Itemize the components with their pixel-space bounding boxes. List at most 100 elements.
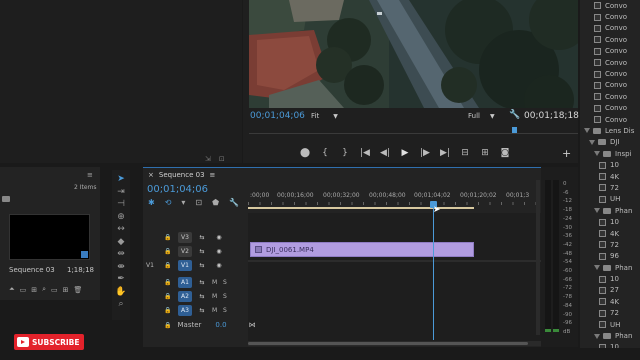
video-clip[interactable]: DJI_0061.MP4 <box>250 242 474 257</box>
bin-icon[interactable] <box>2 196 10 202</box>
sync-lock-icon[interactable]: ⇆ <box>195 246 209 257</box>
effects-item[interactable]: UH <box>580 194 640 205</box>
effects-item[interactable]: 10 <box>580 216 640 227</box>
effects-folder[interactable]: DJI <box>580 137 640 148</box>
mute-button[interactable]: M <box>212 279 220 286</box>
timeline-settings-icon[interactable]: 🔧 <box>229 198 239 207</box>
step-back-icon[interactable]: ◀| <box>377 148 393 158</box>
effects-item[interactable]: Convo <box>580 23 640 34</box>
effects-folder[interactable]: Inspi <box>580 148 640 159</box>
effects-folder[interactable]: Phan <box>580 205 640 216</box>
mark-out-icon[interactable]: } <box>337 148 353 158</box>
insert-edit-icon[interactable]: ⊡ <box>195 198 202 207</box>
effects-item[interactable]: Convo <box>580 34 640 45</box>
marker-icon[interactable]: ⬟ <box>212 198 219 207</box>
program-timecode[interactable]: 00;01;04;06 <box>250 111 305 121</box>
effects-item[interactable]: 4K <box>580 296 640 307</box>
mute-button[interactable]: M <box>212 293 220 300</box>
rate-stretch-tool-icon[interactable]: ↔ <box>114 223 128 235</box>
effects-item[interactable]: 72 <box>580 308 640 319</box>
track-area[interactable] <box>248 213 541 341</box>
subscribe-button[interactable]: SUBSCRIBE <box>14 334 84 350</box>
settings-icon[interactable]: ⊡ <box>219 155 225 163</box>
lock-icon[interactable]: 🔒 <box>161 246 175 257</box>
time-ruler[interactable]: :00;00 00;00;16;00 00;00;32;00 00;00;48;… <box>248 190 541 212</box>
track-name-v2[interactable]: V2 <box>178 245 192 257</box>
scroll-thumb[interactable] <box>248 342 528 345</box>
step-forward-icon[interactable]: |▶ <box>417 148 433 158</box>
sequence-thumbnail[interactable] <box>9 214 90 260</box>
slide-tool-icon[interactable]: ⇼ <box>114 261 128 273</box>
expand-arrow-icon[interactable] <box>594 265 600 271</box>
master-volume[interactable]: 0.0 <box>215 321 226 329</box>
go-to-out-icon[interactable]: ▶| <box>437 148 453 158</box>
effects-folder[interactable]: Phan <box>580 262 640 273</box>
effects-item[interactable]: 27 <box>580 285 640 296</box>
master-end-icon[interactable]: ⋈ <box>249 321 256 329</box>
expand-arrow-icon[interactable] <box>594 151 600 157</box>
effects-folder[interactable]: Lens Dis <box>580 125 640 136</box>
effects-item[interactable]: UH <box>580 319 640 330</box>
add-marker-timeline-icon[interactable]: ▾ <box>181 198 185 207</box>
effects-item[interactable]: 72 <box>580 239 640 250</box>
expand-arrow-icon[interactable] <box>594 333 600 339</box>
go-to-in-icon[interactable]: |◀ <box>357 148 373 158</box>
timeline-horizontal-scrollbar[interactable] <box>248 341 541 346</box>
new-bin-icon[interactable]: ▭ <box>51 286 58 294</box>
extract-icon[interactable]: ⊞ <box>477 148 493 158</box>
effects-item[interactable]: 10 <box>580 159 640 170</box>
effects-folder[interactable]: Phan <box>580 330 640 341</box>
effects-item[interactable]: Convo <box>580 0 640 11</box>
track-name-a3[interactable]: A3 <box>178 304 192 316</box>
effects-item[interactable]: 72 <box>580 182 640 193</box>
expand-arrow-icon[interactable] <box>584 128 590 134</box>
panel-menu-icon[interactable]: ≡ <box>87 171 93 179</box>
list-view-icon[interactable]: ⏶ <box>9 285 15 294</box>
export-frame-icon[interactable]: ⇲ <box>205 155 211 163</box>
lock-icon[interactable]: 🔒 <box>161 232 175 243</box>
add-marker-icon[interactable]: ⬤ <box>297 148 313 158</box>
track-name-a1[interactable]: A1 <box>178 276 192 288</box>
effects-item[interactable]: 4K <box>580 171 640 182</box>
timeline-tab[interactable]: × Sequence 03 ≡ <box>148 171 215 179</box>
program-scrubber[interactable] <box>249 127 578 135</box>
effects-item[interactable]: Convo <box>580 91 640 102</box>
expand-arrow-icon[interactable] <box>589 139 595 145</box>
lift-icon[interactable]: ⊟ <box>457 148 473 158</box>
sequence-name[interactable]: Sequence 03 <box>9 266 55 274</box>
wrench-icon[interactable]: 🔧 <box>509 110 520 120</box>
lock-icon[interactable]: 🔒 <box>164 322 171 329</box>
timeline-vertical-scrollbar[interactable] <box>536 180 540 335</box>
effects-item[interactable]: Convo <box>580 68 640 79</box>
scrubber-playhead[interactable] <box>512 127 517 133</box>
effects-item[interactable]: Convo <box>580 57 640 68</box>
program-monitor-video[interactable] <box>249 0 578 108</box>
effects-item[interactable]: 96 <box>580 251 640 262</box>
track-name-v3[interactable]: V3 <box>178 231 192 243</box>
eye-icon[interactable]: ◉ <box>212 260 226 271</box>
solo-button[interactable]: S <box>223 279 231 286</box>
slip-tool-icon[interactable]: ⇹ <box>114 248 128 260</box>
mute-button[interactable]: M <box>212 307 220 314</box>
effects-item[interactable]: Convo <box>580 80 640 91</box>
expand-arrow-icon[interactable] <box>594 208 600 214</box>
eye-icon[interactable]: ◉ <box>212 246 226 257</box>
source-patch[interactable]: V1 <box>146 262 158 269</box>
close-icon[interactable]: × <box>148 171 154 179</box>
lock-icon[interactable]: 🔒 <box>161 305 175 316</box>
track-name-v1[interactable]: V1 <box>178 259 192 271</box>
effects-item[interactable]: Convo <box>580 11 640 22</box>
pen-tool-icon[interactable]: ✒ <box>114 273 128 285</box>
effects-item[interactable]: Convo <box>580 103 640 114</box>
sync-lock-icon[interactable]: ⇆ <box>195 305 209 316</box>
rolling-edit-tool-icon[interactable]: ⊕ <box>114 211 128 223</box>
mark-in-icon[interactable]: { <box>317 148 333 158</box>
lock-icon[interactable]: 🔒 <box>161 277 175 288</box>
sync-lock-icon[interactable]: ⇆ <box>195 260 209 271</box>
timeline-timecode[interactable]: 00;01;04;06 <box>147 184 208 195</box>
lock-icon[interactable]: 🔒 <box>161 260 175 271</box>
tab-menu-icon[interactable]: ≡ <box>210 171 216 179</box>
solo-button[interactable]: S <box>223 307 231 314</box>
play-icon[interactable]: ▶ <box>397 148 413 158</box>
snap-icon[interactable]: ✱ <box>148 198 155 207</box>
